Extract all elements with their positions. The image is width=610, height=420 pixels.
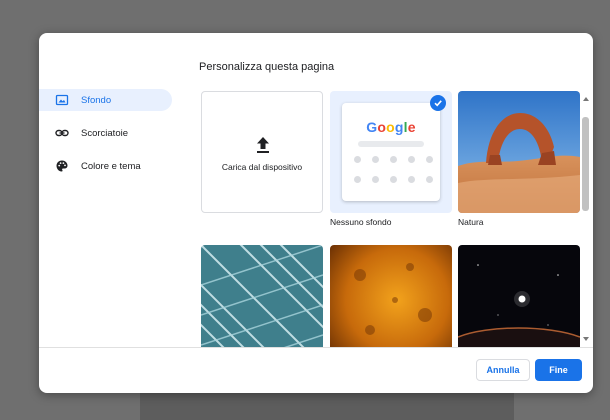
shortcut-dot bbox=[408, 176, 415, 183]
upload-from-device-tile[interactable]: Carica dal dispositivo bbox=[201, 91, 323, 213]
grid-scrollbar[interactable] bbox=[580, 91, 591, 347]
background-grid: Carica dal dispositivo Google Nessuno sf… bbox=[200, 91, 580, 347]
dialog-title: Personalizza questa pagina bbox=[199, 61, 335, 73]
sidebar-item-label: Scorciatoie bbox=[81, 127, 128, 139]
shortcut-dot bbox=[372, 176, 379, 183]
shortcut-dot bbox=[354, 176, 361, 183]
cancel-button[interactable]: Annulla bbox=[476, 359, 530, 381]
selected-check-icon bbox=[430, 95, 446, 111]
done-button[interactable]: Fine bbox=[535, 359, 582, 381]
upload-icon bbox=[254, 135, 272, 160]
page-backdrop bbox=[140, 392, 514, 420]
nature-collection-tile[interactable] bbox=[458, 91, 580, 213]
sidebar-item-label: Sfondo bbox=[81, 94, 112, 106]
sidebar-item-colore-tema[interactable]: Colore e tema bbox=[39, 155, 179, 177]
scrollbar-thumb[interactable] bbox=[582, 117, 589, 211]
amber-texture-background-tile[interactable] bbox=[330, 245, 452, 347]
sidebar-item-label: Colore e tema bbox=[81, 160, 141, 172]
shortcut-dot bbox=[390, 156, 397, 163]
shortcut-dot bbox=[426, 176, 433, 183]
shortcut-dot bbox=[426, 156, 433, 163]
scroll-down-icon[interactable] bbox=[583, 337, 589, 341]
link-icon bbox=[55, 126, 69, 140]
google-logo: Google bbox=[366, 119, 416, 135]
sidebar-item-sfondo[interactable]: Sfondo bbox=[39, 89, 172, 111]
no-background-tile[interactable]: Google bbox=[330, 91, 452, 213]
sidebar-item-scorciatoie[interactable]: Scorciatoie bbox=[39, 122, 179, 144]
nature-label: Natura bbox=[458, 217, 484, 227]
shortcut-dot bbox=[408, 156, 415, 163]
shortcut-dot bbox=[390, 176, 397, 183]
architecture-background-tile[interactable] bbox=[201, 245, 323, 347]
shortcut-dot bbox=[354, 156, 361, 163]
shortcut-dot bbox=[372, 156, 379, 163]
upload-label: Carica dal dispositivo bbox=[221, 162, 303, 172]
footer-divider bbox=[39, 347, 593, 348]
customize-dialog: Personalizza questa pagina Sfondo Scorci… bbox=[39, 33, 593, 393]
no-background-label: Nessuno sfondo bbox=[330, 217, 392, 227]
space-background-tile[interactable] bbox=[458, 245, 580, 347]
sidebar: Sfondo Scorciatoie Colore e tema bbox=[39, 89, 179, 188]
scroll-up-icon[interactable] bbox=[583, 97, 589, 101]
palette-icon bbox=[55, 159, 69, 173]
new-tab-preview: Google bbox=[342, 103, 440, 201]
search-bar-preview bbox=[358, 141, 424, 147]
image-icon bbox=[55, 93, 69, 107]
